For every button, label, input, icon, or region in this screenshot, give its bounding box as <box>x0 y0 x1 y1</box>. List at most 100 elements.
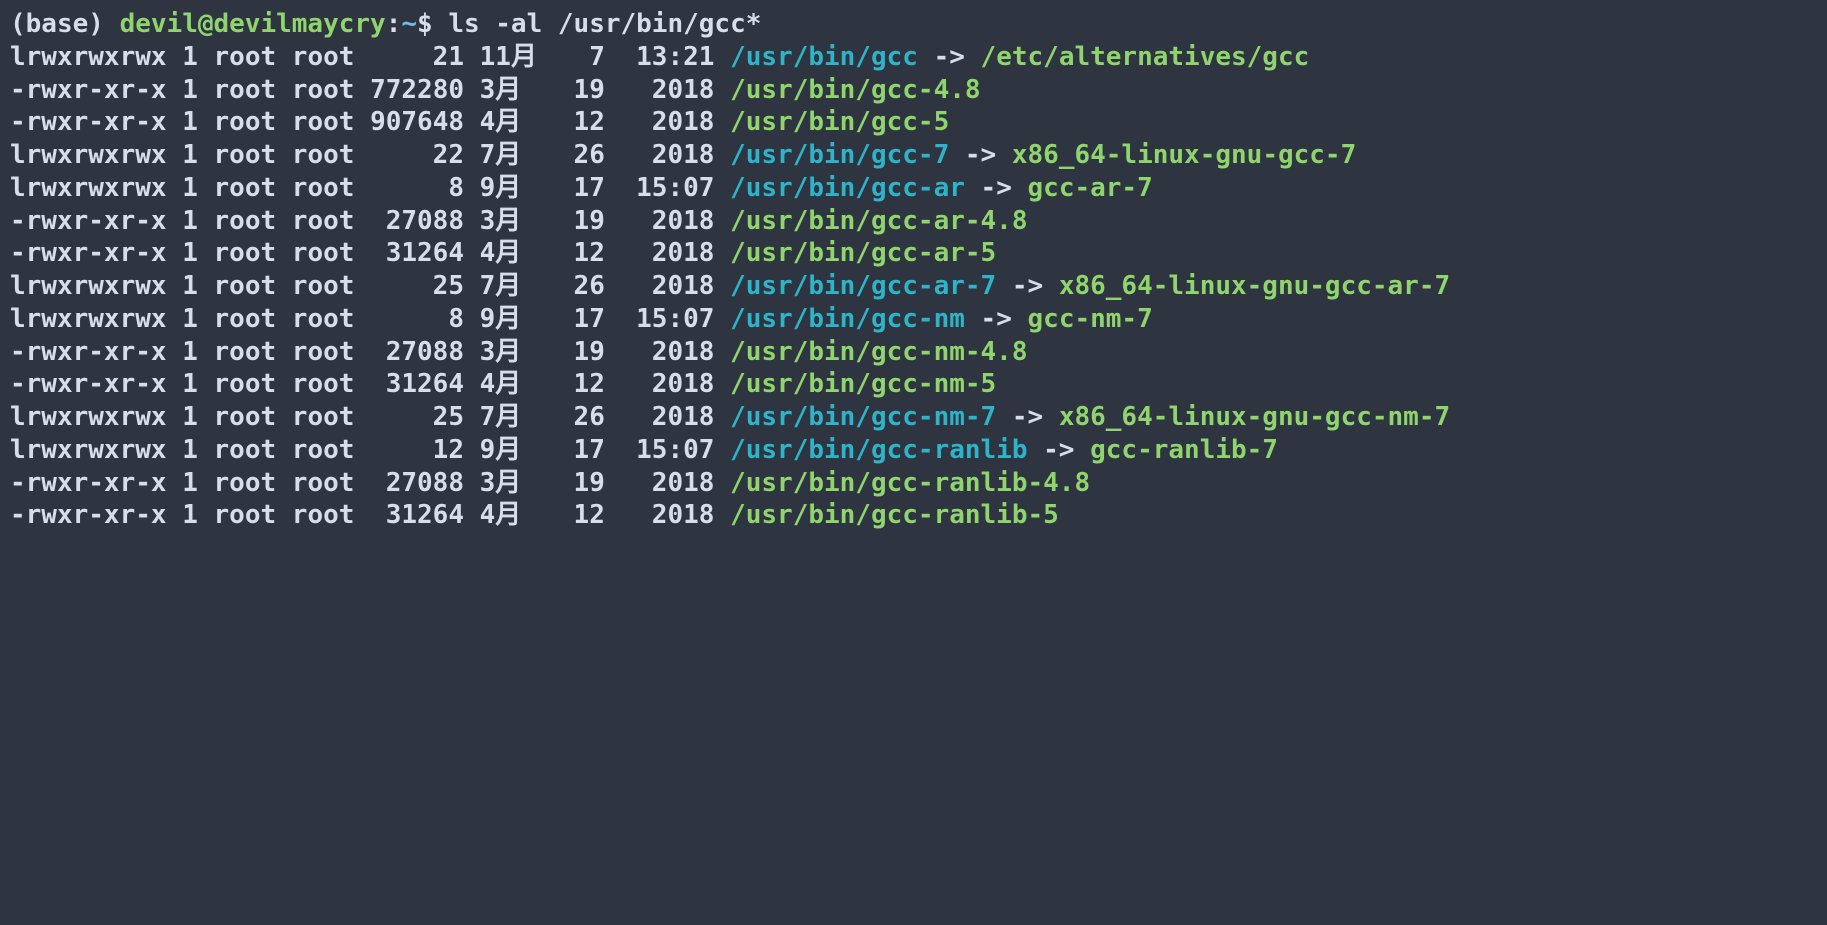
file-owner: root <box>214 435 277 465</box>
file-group: root <box>292 206 355 236</box>
file-perms: -rwxr-xr-x <box>10 206 167 236</box>
file-time: 15:07 <box>621 172 715 205</box>
file-day: 19 <box>558 467 605 500</box>
file-perms: lrwxrwxrwx <box>10 42 167 72</box>
symlink-target: gcc-ar-7 <box>1028 173 1153 203</box>
file-month: 3月 <box>480 336 558 369</box>
file-month: 4月 <box>480 368 558 401</box>
list-item: -rwxr-xr-x 1 root root 27088 3月19 2018 /… <box>10 467 1797 500</box>
file-group: root <box>292 337 355 367</box>
file-name: /usr/bin/gcc-ar-4.8 <box>730 206 1027 236</box>
list-item: lrwxrwxrwx 1 root root 22 7月26 2018 /usr… <box>10 139 1797 172</box>
prompt-command: ls -al /usr/bin/gcc* <box>448 9 761 39</box>
file-name: /usr/bin/gcc-7 <box>730 140 949 170</box>
file-month: 3月 <box>480 467 558 500</box>
file-group: root <box>292 140 355 170</box>
file-time: 2018 <box>621 106 715 139</box>
file-size: 27088 <box>370 467 464 500</box>
file-perms: lrwxrwxrwx <box>10 140 167 170</box>
file-month: 3月 <box>480 205 558 238</box>
symlink-target: x86_64-linux-gnu-gcc-7 <box>1012 140 1356 170</box>
file-owner: root <box>214 140 277 170</box>
file-perms: -rwxr-xr-x <box>10 75 167 105</box>
list-item: lrwxrwxrwx 1 root root 25 7月26 2018 /usr… <box>10 270 1797 303</box>
symlink-target: x86_64-linux-gnu-gcc-ar-7 <box>1059 271 1450 301</box>
file-owner: root <box>214 75 277 105</box>
file-perms: lrwxrwxrwx <box>10 173 167 203</box>
file-group: root <box>292 107 355 137</box>
file-month: 7月 <box>480 401 558 434</box>
file-perms: -rwxr-xr-x <box>10 107 167 137</box>
list-item: -rwxr-xr-x 1 root root 772280 3月19 2018 … <box>10 74 1797 107</box>
symlink-target: gcc-nm-7 <box>1028 304 1153 334</box>
file-perms: -rwxr-xr-x <box>10 337 167 367</box>
symlink-arrow: -> <box>996 271 1059 301</box>
file-month: 4月 <box>480 237 558 270</box>
file-month: 7月 <box>480 139 558 172</box>
file-day: 26 <box>558 401 605 434</box>
file-day: 17 <box>558 172 605 205</box>
symlink-arrow: -> <box>1028 435 1091 465</box>
file-group: root <box>292 468 355 498</box>
list-item: lrwxrwxrwx 1 root root 8 9月17 15:07 /usr… <box>10 303 1797 336</box>
file-month: 9月 <box>480 172 558 205</box>
file-day: 12 <box>558 237 605 270</box>
file-group: root <box>292 173 355 203</box>
file-day: 12 <box>558 106 605 139</box>
file-day: 17 <box>558 303 605 336</box>
file-owner: root <box>214 238 277 268</box>
file-time: 2018 <box>621 336 715 369</box>
file-name: /usr/bin/gcc-nm-7 <box>730 402 996 432</box>
file-group: root <box>292 402 355 432</box>
file-name: /usr/bin/gcc-ar-5 <box>730 238 996 268</box>
file-perms: -rwxr-xr-x <box>10 500 167 530</box>
file-links: 1 <box>182 206 198 236</box>
file-day: 12 <box>558 368 605 401</box>
file-time: 2018 <box>621 139 715 172</box>
file-links: 1 <box>182 173 198 203</box>
prompt-cwd: ~ <box>401 9 417 39</box>
file-time: 2018 <box>621 368 715 401</box>
file-group: root <box>292 42 355 72</box>
file-size: 8 <box>370 172 464 205</box>
file-month: 9月 <box>480 303 558 336</box>
file-name: /usr/bin/gcc-4.8 <box>730 75 980 105</box>
file-owner: root <box>214 271 277 301</box>
file-day: 19 <box>558 74 605 107</box>
file-links: 1 <box>182 369 198 399</box>
list-item: lrwxrwxrwx 1 root root 12 9月17 15:07 /us… <box>10 434 1797 467</box>
file-owner: root <box>214 500 277 530</box>
file-time: 2018 <box>621 205 715 238</box>
file-links: 1 <box>182 435 198 465</box>
file-month: 4月 <box>480 106 558 139</box>
file-owner: root <box>214 304 277 334</box>
file-name: /usr/bin/gcc-ranlib-5 <box>730 500 1059 530</box>
terminal[interactable]: (base) devil@devilmaycry:~$ ls -al /usr/… <box>0 0 1807 532</box>
file-group: root <box>292 500 355 530</box>
file-links: 1 <box>182 271 198 301</box>
file-time: 2018 <box>621 74 715 107</box>
file-month: 4月 <box>480 499 558 532</box>
symlink-target: gcc-ranlib-7 <box>1090 435 1278 465</box>
file-month: 3月 <box>480 74 558 107</box>
list-item: lrwxrwxrwx 1 root root 21 11月7 13:21 /us… <box>10 41 1797 74</box>
list-item: -rwxr-xr-x 1 root root 907648 4月12 2018 … <box>10 106 1797 139</box>
file-links: 1 <box>182 238 198 268</box>
file-name: /usr/bin/gcc-nm <box>730 304 965 334</box>
prompt-user-host: devil@devilmaycry <box>120 9 386 39</box>
file-perms: lrwxrwxrwx <box>10 402 167 432</box>
prompt-env: (base) <box>10 9 120 39</box>
file-links: 1 <box>182 500 198 530</box>
file-perms: -rwxr-xr-x <box>10 468 167 498</box>
prompt-colon: : <box>386 9 402 39</box>
file-links: 1 <box>182 337 198 367</box>
file-links: 1 <box>182 75 198 105</box>
file-time: 13:21 <box>621 41 715 74</box>
symlink-arrow: -> <box>965 304 1028 334</box>
symlink-arrow: -> <box>918 42 981 72</box>
file-day: 26 <box>558 139 605 172</box>
file-time: 2018 <box>621 499 715 532</box>
file-name: /usr/bin/gcc-ranlib-4.8 <box>730 468 1090 498</box>
file-time: 2018 <box>621 467 715 500</box>
file-group: root <box>292 238 355 268</box>
